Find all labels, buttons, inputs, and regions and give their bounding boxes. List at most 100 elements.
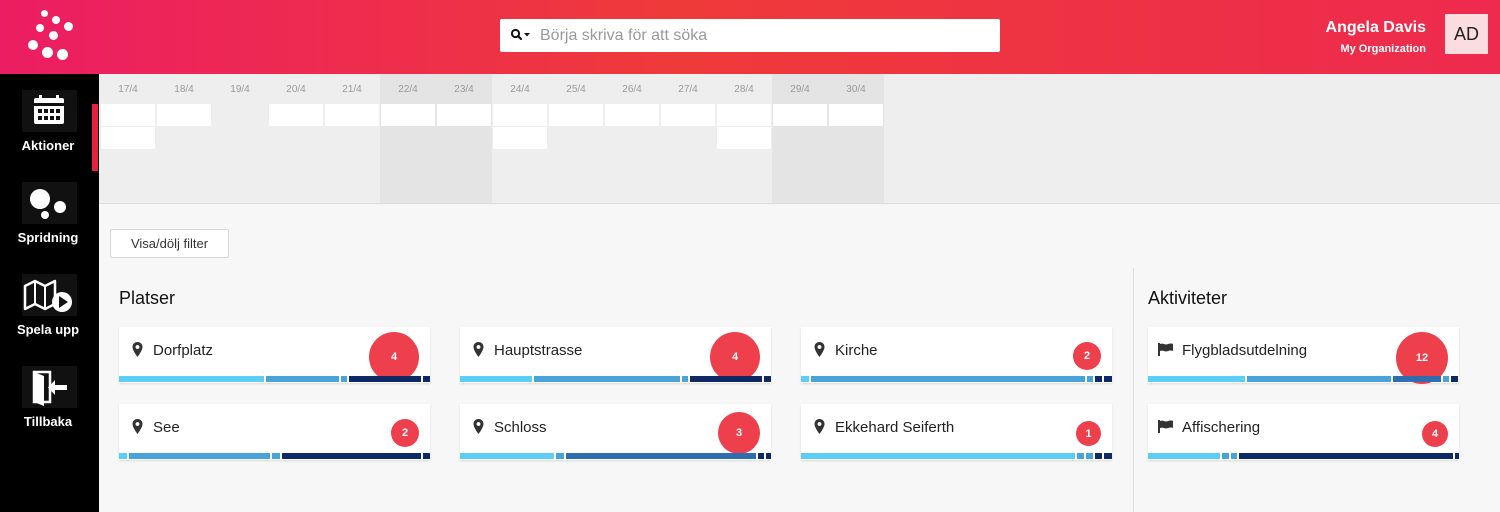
count-badge: 2 [1073, 342, 1101, 370]
sidebar-item-spridning[interactable]: Spridning [0, 172, 99, 260]
sidebar-item-aktioner[interactable]: Aktioner [0, 80, 99, 168]
flag-icon [1158, 343, 1173, 356]
calendar-date: 18/4 [174, 84, 194, 95]
location-pin-icon [132, 419, 143, 434]
place-name: See [153, 419, 180, 436]
sidebar-item-tillbaka[interactable]: Tillbaka [0, 356, 99, 444]
calendar-cell[interactable] [773, 104, 827, 126]
place-card-hauptstrasse[interactable]: Hauptstrasse 4 [460, 327, 771, 383]
search-input[interactable] [540, 19, 990, 52]
calendar-cell[interactable] [549, 104, 603, 126]
bar-segment [282, 453, 421, 459]
bar-segment [1095, 453, 1102, 459]
calendar-cell[interactable] [101, 104, 155, 126]
calendar-day[interactable]: 30/4 [828, 74, 884, 203]
calendar-date: 24/4 [510, 84, 530, 95]
calendar-day[interactable]: 17/4 [100, 74, 156, 203]
place-card-dorfplatz[interactable]: Dorfplatz 4 [119, 327, 430, 383]
calendar-date: 19/4 [230, 84, 250, 95]
bar-segment [1231, 453, 1238, 459]
activity-name: Affischering [1182, 419, 1261, 436]
bar-segment [801, 453, 1075, 459]
bar-segment [1451, 376, 1458, 382]
calendar-date: 26/4 [622, 84, 642, 95]
calendar-cell[interactable] [381, 104, 435, 126]
calendar-date: 23/4 [454, 84, 474, 95]
user-organization[interactable]: My Organization [1340, 43, 1426, 55]
calendar-cell[interactable] [157, 104, 211, 126]
bar-segment [758, 453, 764, 459]
activities-title: Aktiviteter [1148, 288, 1228, 308]
distribution-bar [1148, 453, 1459, 459]
calendar-cell[interactable] [493, 127, 547, 149]
sidebar-item-spela-upp[interactable]: Spela upp [0, 264, 99, 352]
calendar-cell[interactable] [717, 127, 771, 149]
calendar-cell[interactable] [493, 104, 547, 126]
search-icon[interactable] [510, 28, 532, 43]
calendar-day[interactable]: 21/4 [324, 74, 380, 203]
calendar-day[interactable]: 25/4 [548, 74, 604, 203]
calendar-cell[interactable] [269, 104, 323, 126]
calendar-day[interactable]: 26/4 [604, 74, 660, 203]
bar-segment [349, 376, 421, 382]
activity-card-flygbladsutdelning[interactable]: Flygbladsutdelning 12 [1148, 327, 1459, 384]
calendar-cell[interactable] [661, 104, 715, 126]
bar-segment [1455, 453, 1459, 459]
calendar-cell[interactable] [717, 104, 771, 126]
avatar[interactable]: AD [1445, 14, 1488, 54]
search-box[interactable] [500, 19, 1000, 52]
bar-segment [119, 453, 127, 459]
bar-segment [272, 453, 280, 459]
bar-segment [690, 376, 762, 382]
place-card-see[interactable]: See 2 [119, 404, 430, 460]
flag-icon [1158, 420, 1173, 433]
calendar-date: 20/4 [286, 84, 306, 95]
place-name: Dorfplatz [153, 342, 214, 359]
place-card-kirche[interactable]: Kirche 2 [801, 327, 1112, 383]
calendar-cell[interactable] [605, 104, 659, 126]
location-pin-icon [473, 342, 484, 357]
calendar-day[interactable]: 28/4 [716, 74, 772, 203]
calendar-cell[interactable] [325, 104, 379, 126]
bar-segment [1086, 453, 1093, 459]
bar-segment [1443, 376, 1449, 382]
bar-segment [1247, 376, 1391, 382]
calendar-day[interactable]: 19/4 [212, 74, 268, 203]
calendar-cell[interactable] [437, 104, 491, 126]
calendar-cell[interactable] [101, 127, 155, 149]
bar-segment [341, 376, 347, 382]
bar-segment [119, 376, 264, 382]
bar-segment [460, 453, 554, 459]
count-badge: 1 [1076, 421, 1101, 446]
count-badge: 3 [718, 412, 760, 454]
place-card-ekkehard-seiferth[interactable]: Ekkehard Seiferth 1 [801, 404, 1112, 460]
active-indicator [92, 104, 98, 171]
calendar-day[interactable]: 22/4 [380, 74, 436, 203]
place-card-schloss[interactable]: Schloss 3 [460, 404, 771, 460]
bar-segment [764, 376, 771, 382]
bar-segment [1104, 376, 1112, 382]
bar-segment [1095, 376, 1102, 382]
calendar-day[interactable]: 29/4 [772, 74, 828, 203]
toggle-filter-button[interactable]: Visa/dölj filter [110, 229, 229, 258]
logo[interactable] [24, 10, 84, 62]
activity-card-affischering[interactable]: Affischering 4 [1148, 404, 1459, 460]
calendar-day[interactable]: 18/4 [156, 74, 212, 203]
calendar-day[interactable]: 23/4 [436, 74, 492, 203]
calendar-day[interactable]: 24/4 [492, 74, 548, 203]
calendar-timeline[interactable]: 17/4 18/4 19/4 20/4 21/4 22/4 23/4 24/4 … [99, 74, 1500, 204]
count-badge: 2 [391, 419, 419, 447]
sidebar-item-label: Tillbaka [23, 414, 73, 429]
distribution-bar [801, 453, 1112, 459]
calendar-day[interactable]: 27/4 [660, 74, 716, 203]
bar-segment [534, 376, 680, 382]
bar-segment [1104, 453, 1112, 459]
calendar-cell[interactable] [829, 104, 883, 126]
location-pin-icon [132, 342, 143, 357]
user-name[interactable]: Angela Davis [1326, 19, 1426, 37]
calendar-day[interactable]: 20/4 [268, 74, 324, 203]
sidebar-item-label: Spridning [17, 230, 79, 245]
distribution-bar [801, 376, 1112, 382]
calendar-date: 27/4 [678, 84, 698, 95]
calendar-date: 29/4 [790, 84, 810, 95]
